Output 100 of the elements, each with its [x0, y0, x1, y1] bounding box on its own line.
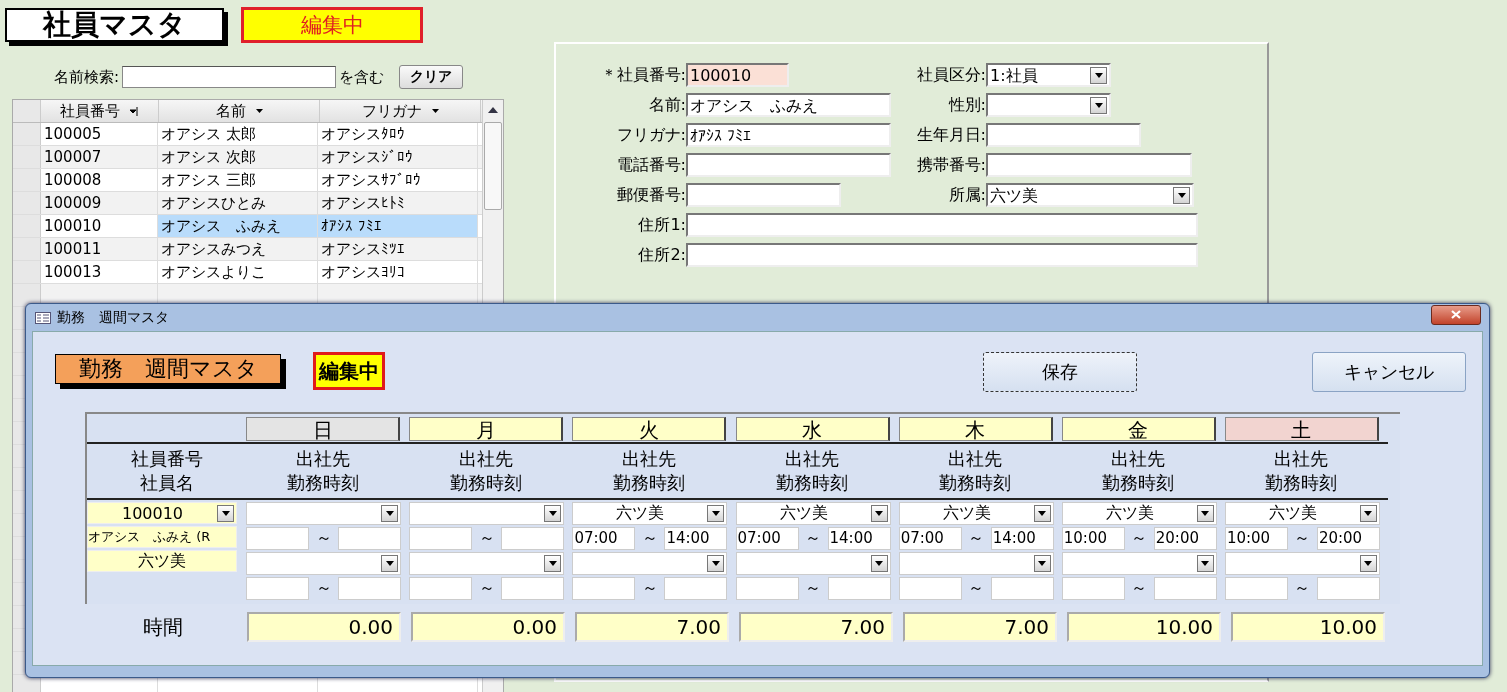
place-combo[interactable]: 六ツ美 — [735, 502, 891, 525]
row-selector[interactable] — [13, 284, 41, 306]
input-field[interactable] — [686, 153, 891, 177]
time-field[interactable] — [338, 527, 402, 550]
dropdown-button[interactable] — [707, 505, 725, 522]
column-header: 出社先 — [948, 447, 1003, 471]
input-field[interactable] — [986, 153, 1192, 177]
dropdown-button[interactable] — [1196, 505, 1214, 522]
time-field[interactable] — [409, 577, 473, 600]
day-header: 土 — [1224, 417, 1379, 441]
dropdown-button[interactable] — [217, 504, 234, 522]
time-field[interactable] — [501, 527, 565, 550]
tilde-separator: ～ — [640, 578, 659, 599]
time-field[interactable] — [990, 577, 1054, 600]
time-field[interactable]: 10:00 — [1224, 527, 1288, 550]
time-field[interactable]: 07:00 — [898, 527, 962, 550]
column-header: 勤務時刻 — [939, 471, 1012, 495]
combo-box[interactable]: 1:社員 — [986, 63, 1111, 87]
time-field[interactable] — [1153, 577, 1217, 600]
place-combo[interactable]: 六ツ美 — [1224, 502, 1380, 525]
time-field[interactable] — [246, 577, 310, 600]
place-combo[interactable] — [409, 502, 565, 525]
time-field[interactable]: 14:00 — [827, 527, 891, 550]
time-field[interactable] — [664, 577, 728, 600]
dropdown-button[interactable] — [1033, 505, 1051, 522]
input-field[interactable] — [986, 123, 1141, 147]
dropdown-button[interactable] — [1359, 555, 1377, 572]
place-combo[interactable]: 六ツ美 — [572, 502, 728, 525]
place-combo[interactable] — [409, 552, 565, 575]
scroll-thumb[interactable] — [484, 122, 502, 210]
dropdown-button[interactable] — [1196, 555, 1214, 572]
time-field[interactable]: 20:00 — [1153, 527, 1217, 550]
combo-box[interactable]: 六ツ美 — [986, 183, 1194, 207]
input-field[interactable] — [686, 243, 1198, 267]
time-field[interactable]: 20:00 — [1316, 527, 1380, 550]
combo-box[interactable] — [986, 93, 1111, 117]
time-field[interactable]: 07:00 — [735, 527, 799, 550]
field-label: 住所2: — [637, 244, 686, 266]
dropdown-button[interactable] — [1090, 96, 1107, 114]
column-header: 社員番号 — [130, 447, 203, 471]
dropdown-button[interactable] — [1173, 186, 1190, 204]
scroll-up-icon — [488, 107, 498, 113]
input-field[interactable]: 100010 — [686, 63, 789, 87]
caret-icon — [1201, 561, 1210, 566]
tilde-separator: ～ — [314, 578, 333, 599]
input-field[interactable]: ｵｱｼｽ ﾌﾐｴ — [686, 123, 891, 147]
time-field[interactable]: 14:00 — [990, 527, 1054, 550]
place-combo[interactable] — [246, 552, 402, 575]
dialog-button[interactable]: 保存 — [983, 352, 1137, 392]
table-cell: 100007 — [41, 146, 158, 168]
input-field[interactable]: オアシス ふみえ — [686, 93, 891, 117]
dropdown-button[interactable] — [381, 505, 399, 522]
tilde-separator: ～ — [967, 578, 986, 599]
time-field[interactable] — [1224, 577, 1288, 600]
time-field[interactable] — [1316, 577, 1380, 600]
caret-icon — [385, 561, 394, 566]
place-combo[interactable]: 六ツ美 — [1061, 502, 1217, 525]
dropdown-button[interactable] — [544, 505, 562, 522]
place-combo[interactable] — [572, 552, 728, 575]
row-selector[interactable] — [13, 675, 41, 692]
dropdown-button[interactable] — [870, 505, 888, 522]
place-combo[interactable] — [898, 552, 1054, 575]
dropdown-button[interactable] — [870, 555, 888, 572]
close-button[interactable] — [1431, 304, 1481, 325]
place-combo[interactable]: 六ツ美 — [898, 502, 1054, 525]
employee-combo[interactable]: 100010 — [87, 502, 237, 524]
input-field[interactable] — [686, 213, 1198, 237]
time-field[interactable] — [501, 577, 565, 600]
place-combo[interactable] — [246, 502, 402, 525]
column-header: 勤務時刻 — [776, 471, 849, 495]
time-field[interactable]: 10:00 — [1061, 527, 1125, 550]
clear-button[interactable]: クリア — [399, 65, 464, 89]
place-combo[interactable] — [1224, 552, 1380, 575]
time-field[interactable]: 14:00 — [664, 527, 728, 550]
column-header[interactable]: 名前 — [159, 100, 320, 122]
time-field[interactable] — [409, 527, 473, 550]
place-combo[interactable] — [1061, 552, 1217, 575]
table-cell: オアシスｼﾞﾛｳ — [318, 146, 478, 168]
dropdown-button[interactable] — [1359, 505, 1377, 522]
table-cell: オアシスみつえ — [158, 238, 318, 260]
time-field[interactable] — [246, 527, 310, 550]
dropdown-button[interactable] — [1033, 555, 1051, 572]
time-field[interactable] — [572, 577, 636, 600]
time-field[interactable] — [735, 577, 799, 600]
dropdown-button[interactable] — [1090, 66, 1107, 84]
column-header[interactable]: フリガナ — [320, 100, 481, 122]
time-field[interactable] — [898, 577, 962, 600]
dialog-button[interactable]: キャンセル — [1312, 352, 1466, 392]
place-combo[interactable] — [735, 552, 891, 575]
search-field[interactable] — [122, 66, 337, 88]
input-field[interactable] — [686, 183, 841, 207]
time-field[interactable] — [1061, 577, 1125, 600]
dropdown-button[interactable] — [707, 555, 725, 572]
dropdown-button[interactable] — [381, 555, 399, 572]
time-field[interactable] — [338, 577, 402, 600]
time-field[interactable]: 07:00 — [572, 527, 636, 550]
dropdown-button[interactable] — [544, 555, 562, 572]
time-field[interactable] — [827, 577, 891, 600]
column-header[interactable]: 社員番号 — [41, 100, 159, 122]
day-header: 金 — [1061, 417, 1216, 441]
